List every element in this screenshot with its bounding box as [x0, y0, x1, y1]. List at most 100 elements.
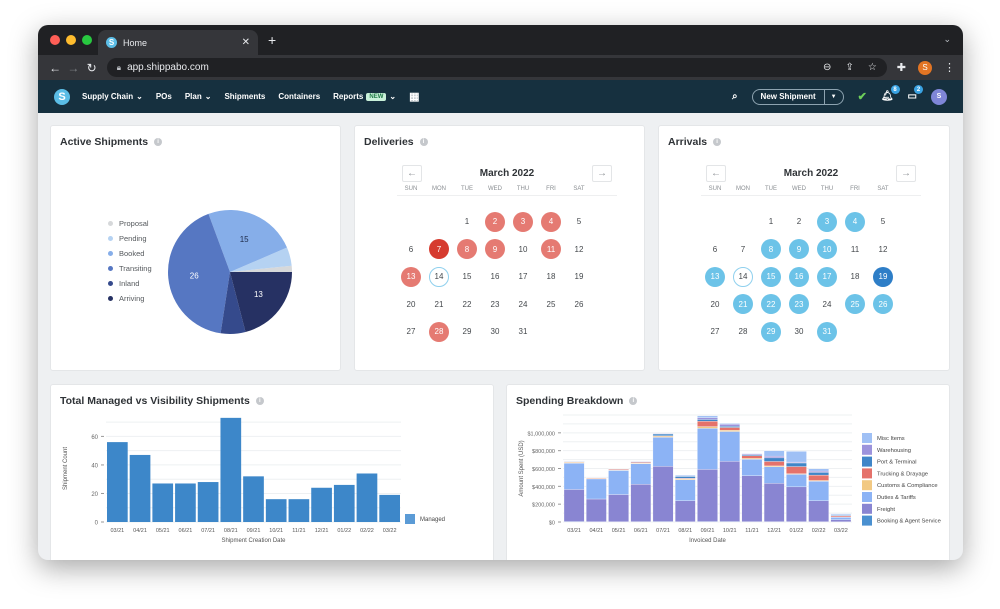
- calendar-day[interactable]: 8: [453, 236, 481, 264]
- calendar-day[interactable]: 9: [481, 236, 509, 264]
- calendar-day[interactable]: 26: [565, 291, 593, 319]
- calendar-day[interactable]: 19: [565, 263, 593, 291]
- calendar-day[interactable]: 5: [565, 208, 593, 236]
- calendar-day[interactable]: 18: [841, 263, 869, 291]
- calendar-day[interactable]: 29: [757, 318, 785, 346]
- calendar-day[interactable]: 21: [425, 291, 453, 319]
- tab-search-chevron-icon[interactable]: ⌄: [943, 34, 951, 45]
- new-tab-button[interactable]: +: [268, 32, 276, 48]
- browser-menu-icon[interactable]: ⋮: [944, 61, 955, 74]
- calendar-day[interactable]: 1: [757, 208, 785, 236]
- profile-avatar[interactable]: S: [918, 60, 933, 75]
- calendar-day[interactable]: 16: [481, 263, 509, 291]
- nav-pos[interactable]: POs: [156, 92, 172, 101]
- calendar-day[interactable]: 15: [453, 263, 481, 291]
- calendar-day[interactable]: 1: [453, 208, 481, 236]
- calendar-day[interactable]: 20: [397, 291, 425, 319]
- nav-containers[interactable]: Containers: [278, 92, 320, 101]
- share-icon[interactable]: ⇪: [845, 62, 853, 73]
- next-month-button[interactable]: →: [591, 164, 612, 182]
- calendar-day[interactable]: 14: [425, 263, 453, 291]
- calendar-day[interactable]: 24: [813, 291, 841, 319]
- calendar-day[interactable]: 22: [453, 291, 481, 319]
- calendar-day[interactable]: 27: [701, 318, 729, 346]
- nav-shipments[interactable]: Shipments: [224, 92, 265, 101]
- next-month-button[interactable]: →: [895, 164, 916, 182]
- calendar-day[interactable]: 23: [785, 291, 813, 319]
- calendar-day[interactable]: 11: [537, 236, 565, 264]
- calendar-day[interactable]: 6: [701, 236, 729, 264]
- nav-reports[interactable]: Reports NEW ⌄: [333, 92, 396, 101]
- close-window-button[interactable]: [50, 35, 60, 45]
- prev-month-button[interactable]: ←: [402, 164, 422, 182]
- apps-grid-icon[interactable]: ▦: [409, 90, 419, 103]
- nav-supply-chain[interactable]: Supply Chain ⌄: [82, 92, 143, 101]
- calendar-day[interactable]: 10: [813, 236, 841, 264]
- close-tab-icon[interactable]: ✕: [242, 37, 250, 48]
- browser-tab-home[interactable]: S Home ✕: [98, 30, 258, 55]
- calendar-day[interactable]: 6: [397, 236, 425, 264]
- calendar-day[interactable]: 13: [397, 263, 425, 291]
- zoom-out-icon[interactable]: ⊖: [823, 62, 831, 73]
- url-input[interactable]: 🔒︎ app.shippabo.com ⊖ ⇪ ☆: [106, 58, 887, 77]
- shippabo-logo[interactable]: S: [54, 88, 70, 105]
- calendar-day[interactable]: 4: [841, 208, 869, 236]
- calendar-day[interactable]: 18: [537, 263, 565, 291]
- forward-arrow-icon[interactable]: →: [64, 61, 82, 75]
- calendar-day[interactable]: 3: [509, 208, 537, 236]
- calendar-day[interactable]: 20: [701, 291, 729, 319]
- calendar-day[interactable]: 28: [425, 318, 453, 346]
- minimize-window-button[interactable]: [66, 35, 76, 45]
- back-arrow-icon[interactable]: ←: [46, 61, 64, 75]
- calendar-day[interactable]: 2: [785, 208, 813, 236]
- calendar-day[interactable]: 24: [509, 291, 537, 319]
- calendar-day[interactable]: 17: [509, 263, 537, 291]
- calendar-day[interactable]: 30: [481, 318, 509, 346]
- extensions-puzzle-icon[interactable]: ✚: [897, 61, 906, 74]
- reload-icon[interactable]: ↻: [83, 61, 101, 75]
- calendar-day[interactable]: 12: [565, 236, 593, 264]
- nav-plan[interactable]: Plan ⌄: [185, 92, 212, 101]
- calendar-day[interactable]: 26: [869, 291, 897, 319]
- calendar-day[interactable]: 25: [841, 291, 869, 319]
- bookmark-star-icon[interactable]: ☆: [868, 62, 877, 73]
- new-shipment-dropdown[interactable]: ▼: [825, 94, 843, 100]
- prev-month-button[interactable]: ←: [706, 164, 726, 182]
- user-avatar[interactable]: S: [931, 88, 947, 105]
- calendar-day[interactable]: 4: [537, 208, 565, 236]
- calendar-day[interactable]: 13: [701, 263, 729, 291]
- calendar-day[interactable]: 21: [729, 291, 757, 319]
- notifications-bell-icon[interactable]: 🔔︎ 8: [881, 85, 900, 102]
- calendar-day[interactable]: 7: [425, 236, 453, 264]
- calendar-day[interactable]: 29: [453, 318, 481, 346]
- calendar-day[interactable]: 23: [481, 291, 509, 319]
- calendar-day[interactable]: 14: [729, 263, 757, 291]
- calendar-day[interactable]: 3: [813, 208, 841, 236]
- calendar-day[interactable]: 10: [509, 236, 537, 264]
- calendar-day[interactable]: 27: [397, 318, 425, 346]
- calendar-day[interactable]: 31: [813, 318, 841, 346]
- calendar-day[interactable]: 19: [869, 263, 897, 291]
- calendar-day[interactable]: 28: [729, 318, 757, 346]
- calendar-day[interactable]: 15: [757, 263, 785, 291]
- search-icon[interactable]: ⌕: [732, 91, 738, 102]
- calendar-day[interactable]: 12: [869, 236, 897, 264]
- checkmark-icon[interactable]: ✔: [858, 90, 867, 103]
- calendar-day[interactable]: 11: [841, 236, 869, 264]
- calendar-day[interactable]: 25: [537, 291, 565, 319]
- calendar-day[interactable]: 8: [757, 236, 785, 264]
- calendar-day[interactable]: 31: [509, 318, 537, 346]
- calendar-day[interactable]: 17: [813, 263, 841, 291]
- new-shipment-button[interactable]: New Shipment: [753, 89, 825, 104]
- calendar-day[interactable]: 9: [785, 236, 813, 264]
- calendar-day[interactable]: 22: [757, 291, 785, 319]
- maximize-window-button[interactable]: [82, 35, 92, 45]
- info-icon[interactable]: i: [419, 138, 428, 146]
- info-icon[interactable]: i: [713, 138, 722, 146]
- calendar-day[interactable]: 16: [785, 263, 813, 291]
- calendar-day[interactable]: 5: [869, 208, 897, 236]
- messages-icon[interactable]: ▭ 2: [908, 85, 923, 102]
- calendar-day[interactable]: 2: [481, 208, 509, 236]
- calendar-day[interactable]: 30: [785, 318, 813, 346]
- calendar-day[interactable]: 7: [729, 236, 757, 264]
